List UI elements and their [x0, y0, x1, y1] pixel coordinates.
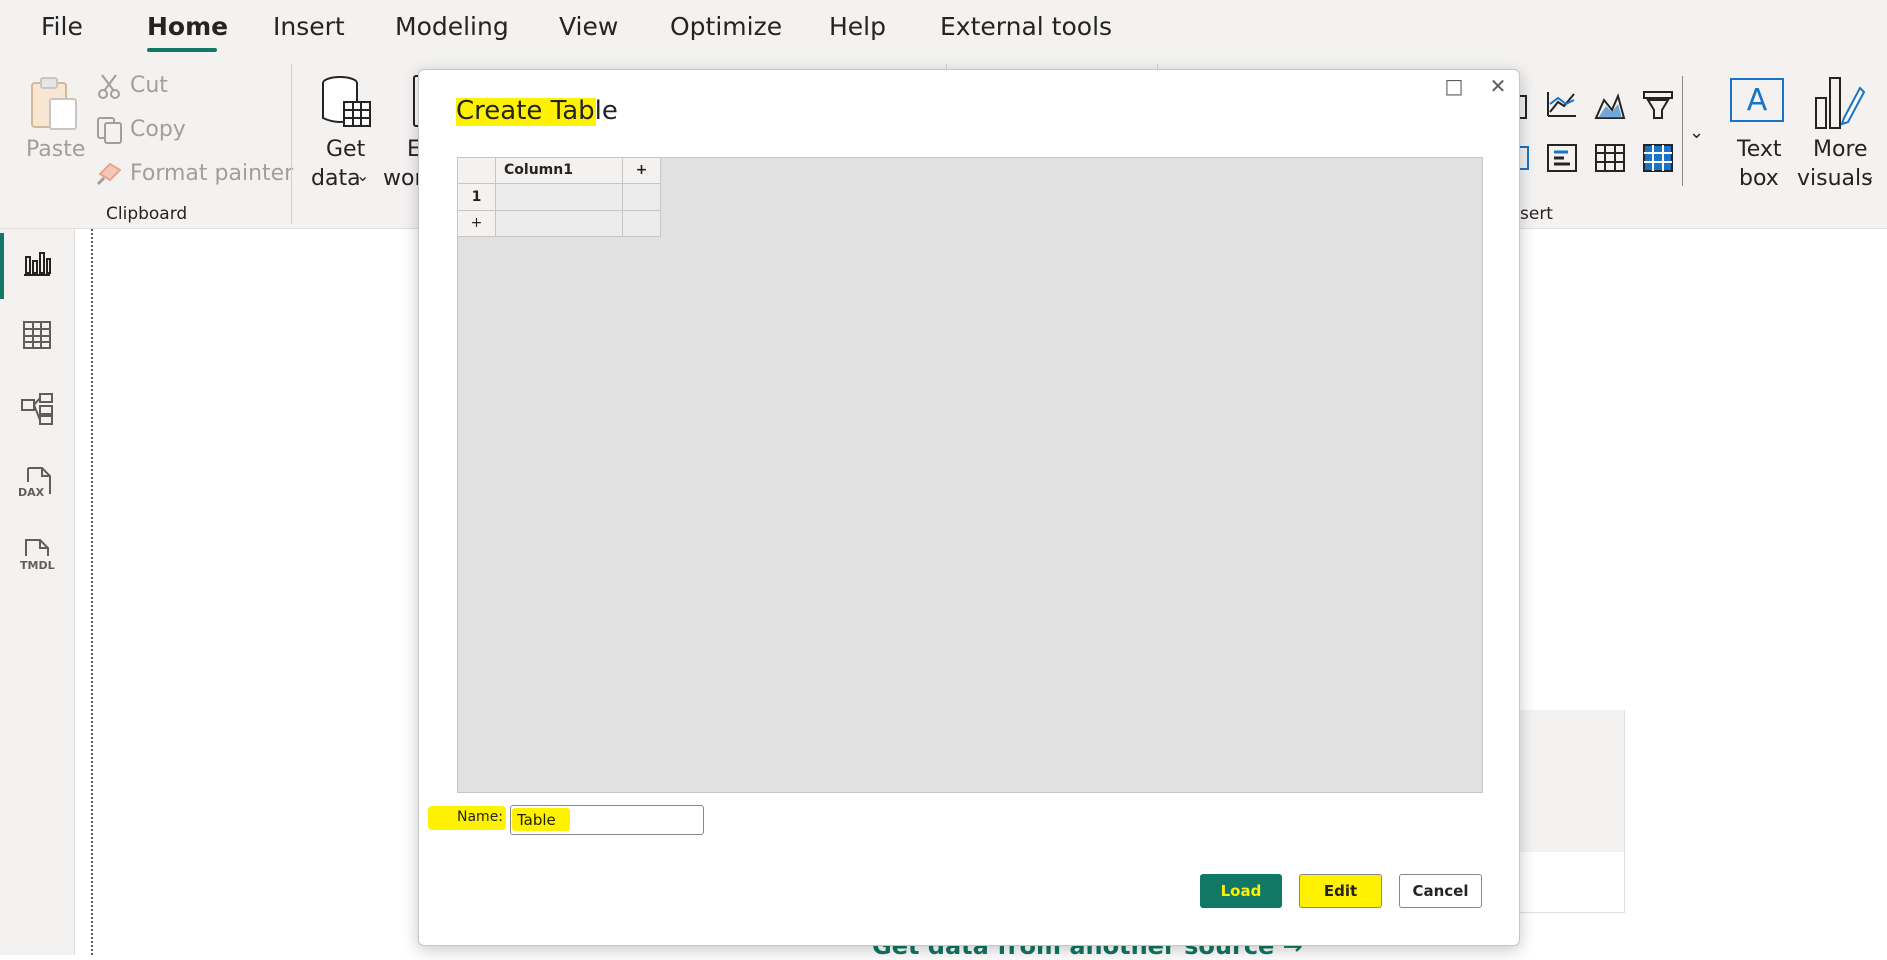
area-chart-icon[interactable] [1594, 90, 1626, 120]
get-data-label-line1: Get [326, 137, 365, 162]
dax-query-view-icon[interactable]: DAX [16, 466, 56, 500]
chevron-down-icon: ⌄ [356, 166, 369, 185]
funnel-chart-icon[interactable] [1642, 90, 1674, 120]
matrix-icon[interactable] [1642, 143, 1674, 173]
canvas-border [91, 229, 93, 955]
column-header[interactable]: Column1 [495, 157, 623, 184]
table-grid [457, 157, 1483, 793]
tab-help[interactable]: Help [829, 12, 886, 41]
dialog-title-text: Create Table [456, 96, 618, 126]
more-visuals-label-line1: More [1813, 137, 1868, 162]
database-icon [320, 74, 374, 132]
close-icon[interactable]: ✕ [1488, 76, 1508, 96]
cut-label: Cut [130, 73, 168, 98]
table-name-input[interactable] [510, 805, 704, 835]
text-box-label-line2: box [1739, 166, 1779, 191]
add-column-button[interactable]: + [622, 157, 661, 184]
tab-modeling[interactable]: Modeling [395, 12, 509, 41]
chevron-down-icon: ⌄ [1862, 166, 1875, 185]
report-view-icon[interactable] [22, 247, 52, 277]
format-painter-label: Format painter [130, 161, 293, 186]
more-visuals-icon [1814, 74, 1866, 130]
paste-icon [28, 75, 80, 133]
tab-external-tools[interactable]: External tools [940, 12, 1112, 41]
copy-icon [96, 116, 124, 144]
menu-bar: File Home Insert Modeling View Optimize … [0, 0, 1887, 56]
tab-home[interactable]: Home [147, 12, 228, 41]
tmdl-icon-text: TMDL [20, 559, 55, 572]
edit-button[interactable]: Edit [1299, 874, 1382, 908]
paintbrush-icon [96, 160, 124, 186]
cancel-button-label: Cancel [1412, 882, 1468, 900]
table-cell-empty [622, 183, 661, 211]
load-button-label: Load [1221, 882, 1262, 900]
table-view-icon[interactable] [22, 320, 52, 350]
tab-insert[interactable]: Insert [273, 12, 345, 41]
dax-icon-text: DAX [18, 486, 44, 499]
load-button[interactable]: Load [1200, 874, 1282, 908]
edit-button-label: Edit [1324, 882, 1357, 900]
table-icon[interactable] [1594, 143, 1626, 173]
tab-optimize[interactable]: Optimize [670, 12, 782, 41]
row-number: 1 [457, 183, 496, 211]
model-view-icon[interactable] [20, 392, 54, 426]
cancel-button[interactable]: Cancel [1399, 874, 1482, 908]
tab-file[interactable]: File [41, 12, 83, 41]
grid-corner-cell [457, 157, 496, 184]
active-view-indicator [0, 233, 4, 299]
name-label: Name: [457, 809, 503, 825]
add-row-button[interactable]: + [457, 210, 496, 237]
paste-label: Paste [26, 137, 85, 162]
scissors-icon [98, 73, 120, 99]
text-box-label-line1: Text [1737, 137, 1782, 162]
table-cell-empty [495, 210, 623, 237]
gallery-expand-chevron-icon[interactable]: ⌄ [1689, 122, 1704, 143]
tmdl-view-icon[interactable]: TMDL [18, 538, 58, 574]
clipboard-group-label: Clipboard [106, 204, 187, 224]
ribbon-divider [291, 64, 292, 224]
maximize-icon[interactable]: □ [1444, 76, 1464, 96]
background-card-footer [1515, 852, 1625, 913]
insert-group-label: sert [1520, 204, 1553, 224]
line-chart-icon[interactable] [1546, 90, 1578, 120]
table-cell-empty [622, 210, 661, 237]
dialog-title: Create Table [456, 96, 618, 126]
get-data-label-line2: data [311, 166, 361, 191]
slicer-icon[interactable] [1546, 143, 1578, 173]
table-cell[interactable] [495, 183, 623, 211]
active-tab-indicator [147, 48, 217, 52]
tab-view[interactable]: View [559, 12, 618, 41]
gallery-divider [1682, 76, 1683, 186]
text-box-icon: A [1730, 78, 1784, 122]
copy-label: Copy [130, 117, 186, 142]
